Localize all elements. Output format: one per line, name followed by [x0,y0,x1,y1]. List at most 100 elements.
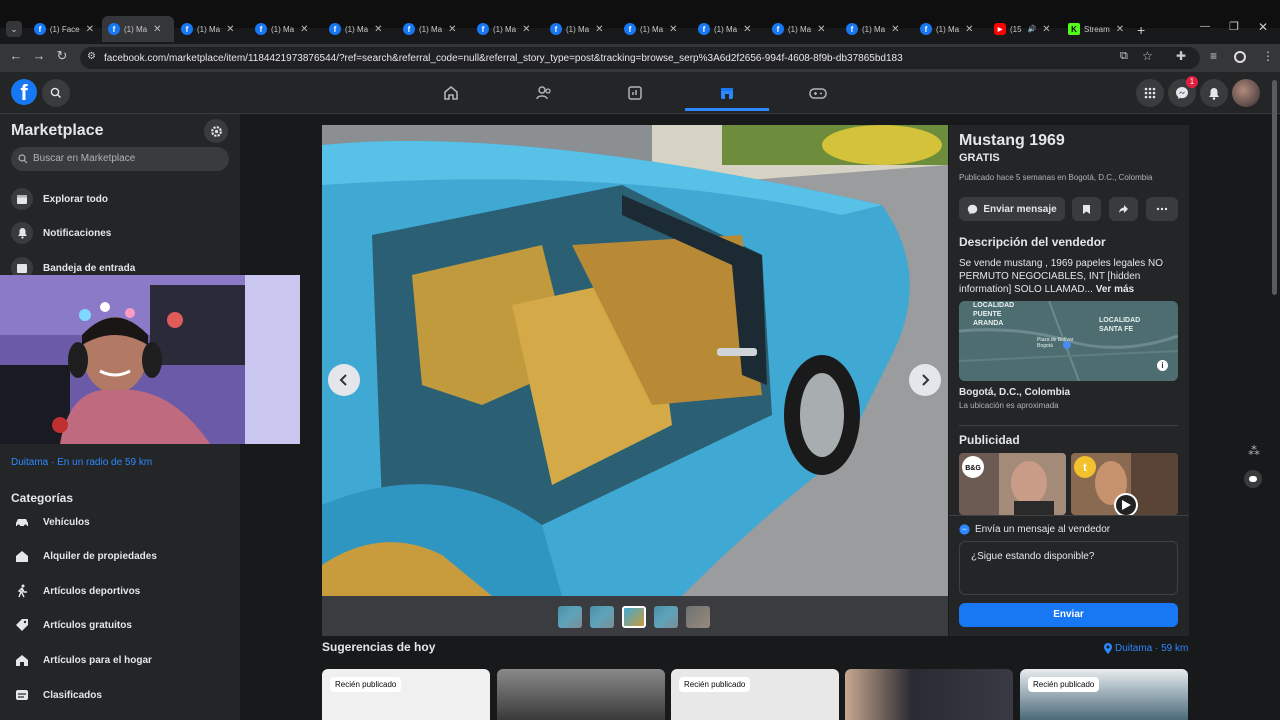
share-button[interactable] [1109,197,1138,221]
car-icon [11,511,33,533]
browser-tab[interactable]: f (1) Face ✕ [28,16,100,42]
media-control-icon[interactable]: ≡ [1210,49,1217,63]
more-icon [1156,207,1168,211]
tab-search-button[interactable]: ⌄ [6,21,22,37]
save-button[interactable] [1072,197,1101,221]
location-filter[interactable]: Duitama · En un radio de 59 km [11,457,152,468]
back-icon[interactable]: ← [8,48,24,64]
url-field[interactable]: ⚙ facebook.com/marketplace/item/11844219… [80,47,1200,69]
photo-thumbnail[interactable] [686,606,710,628]
floating-widget-icon[interactable]: ⁂ [1248,444,1260,458]
photo-thumbnail[interactable] [590,606,614,628]
new-tab-button[interactable]: + [1137,22,1145,38]
assistant-bubble-icon[interactable] [1244,470,1262,488]
suggestion-card[interactable] [497,669,665,720]
sidebar-item-notifications[interactable]: Notificaciones [11,219,111,247]
profile-icon[interactable] [1234,51,1246,63]
listing-photo[interactable] [322,125,948,596]
close-tab-icon[interactable]: ✕ [1042,24,1050,35]
browser-tab[interactable]: f (1) Ma ✕ [471,16,543,42]
reload-icon[interactable]: ↻ [54,48,70,64]
photo-thumbnail-active[interactable] [622,606,646,628]
suggestion-card[interactable]: Recién publicado [322,669,490,720]
browser-menu-icon[interactable]: ⋮ [1262,49,1274,63]
close-tab-icon[interactable]: ✕ [817,24,825,35]
close-tab-icon[interactable]: ✕ [300,24,308,35]
close-tab-icon[interactable]: ✕ [743,24,751,35]
account-avatar[interactable] [1232,79,1260,107]
close-tab-icon[interactable]: ✕ [226,24,234,35]
sidebar-item-explore-all[interactable]: Explorar todo [11,185,108,213]
minimize-icon[interactable]: — [1200,21,1210,32]
nav-friends[interactable] [532,82,556,104]
close-tab-icon[interactable]: ✕ [669,24,677,35]
fb-search-button[interactable] [42,79,70,107]
location-map[interactable]: LOCALIDAD PUENTE ARANDA LOCALIDAD SANTA … [959,301,1178,381]
browser-tab[interactable]: f (1) Ma ✕ [397,16,469,42]
close-tab-icon[interactable]: ✕ [965,24,973,35]
extensions-icon[interactable]: ✚ [1176,49,1186,63]
marketplace-search-input[interactable]: Buscar en Marketplace [11,147,229,171]
more-options-button[interactable] [1146,197,1178,221]
category-sporting-goods[interactable]: Artículos deportivos [11,577,140,605]
close-tab-icon[interactable]: ✕ [595,24,603,35]
install-app-icon[interactable]: ⧉ [1120,50,1128,63]
ad-card-video[interactable]: t [1071,453,1178,515]
notifications-button[interactable] [1200,79,1228,107]
browser-tab[interactable]: f (1) Ma ✕ [544,16,616,42]
scrollbar[interactable] [1272,80,1277,295]
close-tab-icon[interactable]: ✕ [522,24,530,35]
category-property-rentals[interactable]: Alquiler de propiedades [11,542,157,570]
browser-tab[interactable]: f (1) Ma ✕ [102,16,174,42]
bookmark-star-icon[interactable]: ☆ [1142,49,1153,63]
speaker-icon[interactable]: 🔊 [1028,25,1037,33]
browser-tab[interactable]: f (1) Ma ✕ [914,16,986,42]
browser-tab[interactable]: K Stream ✕ [1062,16,1132,42]
suggestion-card[interactable]: Recién publicado [1020,669,1188,720]
browser-tab[interactable]: f (1) Ma ✕ [175,16,247,42]
nav-watch[interactable] [623,82,647,104]
close-tab-icon[interactable]: ✕ [374,24,382,35]
menu-button[interactable] [1136,79,1164,107]
category-classifieds[interactable]: Clasificados [11,681,102,709]
suggestion-card[interactable] [845,669,1013,720]
previous-photo-button[interactable] [328,364,360,396]
restore-icon[interactable]: ❐ [1229,20,1239,33]
category-home-goods[interactable]: Artículos para el hogar [11,646,152,674]
browser-tab[interactable]: f (1) Ma ✕ [249,16,321,42]
facebook-logo[interactable]: f [11,79,37,105]
browser-tab[interactable]: f (1) Ma ✕ [618,16,690,42]
site-info-icon[interactable]: ⚙ [87,51,96,62]
facebook-icon: f [403,23,415,35]
close-tab-icon[interactable]: ✕ [1116,24,1124,35]
nav-marketplace[interactable] [715,82,739,104]
settings-button[interactable] [204,119,228,143]
category-vehicles[interactable]: Vehículos [11,508,90,536]
forward-icon[interactable]: → [31,48,47,64]
close-tab-icon[interactable]: ✕ [153,24,161,35]
category-free-stuff[interactable]: Artículos gratuitos [11,611,132,639]
close-tab-icon[interactable]: ✕ [891,24,899,35]
close-tab-icon[interactable]: ✕ [448,24,456,35]
message-input[interactable]: ¿Sigue estando disponible? [959,541,1178,595]
send-message-button[interactable]: Enviar mensaje [959,197,1065,221]
map-info-icon[interactable]: i [1157,360,1168,371]
browser-tab[interactable]: f (1) Ma ✕ [840,16,912,42]
browser-tab[interactable]: f (1) Ma ✕ [692,16,764,42]
next-photo-button[interactable] [909,364,941,396]
browser-tab[interactable]: f (1) Ma ✕ [323,16,395,42]
suggestion-card[interactable]: Recién publicado [671,669,839,720]
close-tab-icon[interactable]: ✕ [86,24,94,35]
close-window-icon[interactable]: ✕ [1258,20,1268,34]
ad-card[interactable]: B&G [959,453,1066,515]
facebook-icon: f [329,23,341,35]
nav-gaming[interactable] [806,82,830,104]
photo-thumbnail[interactable] [558,606,582,628]
nav-home[interactable] [439,82,463,104]
send-button[interactable]: Enviar [959,603,1178,627]
suggestions-location[interactable]: Duitama · 59 km [1104,643,1188,654]
browser-tab[interactable]: f (1) Ma ✕ [766,16,838,42]
see-more-link[interactable]: Ver más [1096,284,1134,295]
browser-tab[interactable]: ▶ (15 🔊 ✕ [988,16,1060,42]
photo-thumbnail[interactable] [654,606,678,628]
